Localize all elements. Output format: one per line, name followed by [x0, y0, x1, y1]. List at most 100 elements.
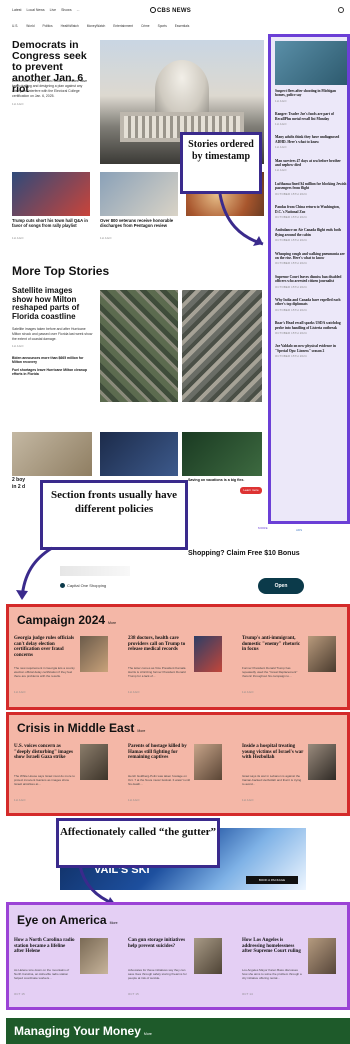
- middle-east-section: Crisis in Middle East More: [6, 712, 350, 816]
- money-title[interactable]: Managing Your Money More: [14, 1024, 152, 1038]
- campaign-title[interactable]: Campaign 2024 More: [17, 613, 116, 627]
- campaign-card-headline[interactable]: Trump's anti-immigrant, domestic "enemy"…: [242, 636, 304, 653]
- section-nav: U.S. World Politics HealthWatch MoneyWat…: [12, 24, 342, 28]
- sidebar-story[interactable]: Why India and Canada have expelled each …: [275, 298, 347, 312]
- more-top-stories-heading[interactable]: More Top Stories: [12, 264, 109, 278]
- trump-rally-image[interactable]: [12, 172, 90, 216]
- more-link[interactable]: ...: [77, 8, 80, 12]
- veterans-headline[interactable]: Over 800 veterans receive honorable disc…: [100, 218, 180, 228]
- crisis-card-image[interactable]: [80, 744, 108, 780]
- eye-card-headline[interactable]: How Los Angeles is addressing homelessne…: [242, 938, 304, 955]
- eye-title[interactable]: Eye on America More: [17, 913, 118, 927]
- trump-town-hall-meta: 1H AGO: [12, 236, 24, 240]
- crisis-card-headline[interactable]: Inside a hospital treating young victims…: [242, 744, 304, 761]
- sidebar-story-meta: 1H AGO: [275, 145, 287, 150]
- hero-summary: Democrats on a bipartisan House committe…: [12, 79, 94, 107]
- story-image-b[interactable]: [100, 432, 178, 476]
- sidebar-story[interactable]: Pandas from China return to Washington, …: [275, 205, 347, 219]
- sidebar-story[interactable]: Lufthansa fined $4 million for blocking …: [275, 182, 347, 196]
- campaign-card-image[interactable]: [80, 636, 108, 672]
- veterans-image[interactable]: [100, 172, 178, 216]
- crisis-card-image[interactable]: [194, 744, 222, 780]
- eye-title-text: Eye on America: [17, 913, 107, 927]
- crisis-card-meta: 1H AGO: [242, 798, 254, 802]
- latest-link[interactable]: Latest: [12, 8, 22, 12]
- campaign-card-summary: The letter comes as Vice President Kamal…: [128, 666, 186, 678]
- nav-politics[interactable]: Politics: [42, 24, 52, 28]
- nav-entertainment[interactable]: Entertainment: [113, 24, 133, 28]
- ad-headline[interactable]: Shopping? Claim Free $10 Bonus: [188, 550, 300, 557]
- satellite-before-image[interactable]: [100, 290, 178, 402]
- sidebar-story[interactable]: Ambulance on Air Canada flight ends both…: [275, 228, 347, 242]
- ad-open-button[interactable]: Open: [258, 578, 304, 594]
- sidebar-story[interactable]: Man survives 47 days at sea before broth…: [275, 159, 347, 173]
- live-link[interactable]: Live: [50, 8, 56, 12]
- local-news-link[interactable]: Local News: [27, 8, 45, 12]
- search-icon[interactable]: [338, 7, 344, 13]
- inline-ad-text: Saving on vacations is a big flex.: [188, 478, 245, 482]
- eye-card-image[interactable]: [80, 938, 108, 974]
- eye-more-link[interactable]: More: [110, 921, 118, 925]
- campaign-card-headline[interactable]: Georgia judge rules officials can't dela…: [14, 636, 76, 658]
- campaign-more-link[interactable]: More: [108, 621, 116, 625]
- campaign-card-headline[interactable]: 238 doctors, health care providers call …: [128, 636, 190, 653]
- fuel-link[interactable]: Fuel shortages leave Hurricane Milton cl…: [12, 368, 94, 376]
- sidebar-story-title: Boar's Head recall sparks USDA watchdog …: [275, 321, 341, 330]
- sidebar-story-meta: 1H AGO: [275, 168, 287, 173]
- inline-ad-button[interactable]: Learn more: [240, 487, 262, 494]
- eye-card-image[interactable]: [194, 938, 222, 974]
- sidebar-story-meta: 1H AGO: [275, 98, 287, 103]
- sidebar-list: Suspect flees after shooting in Michigan…: [275, 89, 347, 368]
- crisis-card-headline[interactable]: Parents of hostage killed by Hamas still…: [128, 744, 190, 761]
- biden-link[interactable]: Biden announces more than $665 million f…: [12, 356, 94, 364]
- shows-link[interactable]: Shows: [61, 8, 72, 12]
- site-logo[interactable]: CBS NEWS: [150, 7, 191, 14]
- sidebar-story-meta: OCTOBER 15TH 2024: [275, 307, 307, 312]
- nav-world[interactable]: World: [26, 24, 34, 28]
- sidebar-story-title: Many adults think they have undiagnosed …: [275, 135, 340, 144]
- sidebar-video-thumbnail[interactable]: [275, 41, 347, 85]
- gutter-ad-button[interactable]: BOOK A PACKAGE: [246, 876, 298, 884]
- story-image-c[interactable]: [182, 432, 262, 476]
- satellite-headline[interactable]: Satellite images show how Milton reshape…: [12, 286, 94, 321]
- trump-town-hall-headline[interactable]: Trump cuts short his town hall Q&A in fa…: [12, 218, 92, 228]
- sidebar-story[interactable]: Ranger: Trader Joe's foods are part of R…: [275, 112, 347, 126]
- story-image-a[interactable]: [12, 432, 92, 476]
- crisis-card-image[interactable]: [308, 744, 336, 780]
- nav-sports[interactable]: Sports: [158, 24, 167, 28]
- sidebar-story[interactable]: Boar's Head recall sparks USDA watchdog …: [275, 321, 347, 335]
- eye-card-headline[interactable]: How a North Carolina radio station becam…: [14, 938, 76, 955]
- sidebar-story[interactable]: Whooping cough and walking pneumonia are…: [275, 252, 347, 266]
- nav-us[interactable]: U.S.: [12, 24, 18, 28]
- ad-image[interactable]: [60, 566, 130, 576]
- crisis-card-headline[interactable]: U.S. voices concern as "deeply disturbin…: [14, 744, 76, 761]
- nav-healthwatch[interactable]: HealthWatch: [61, 24, 79, 28]
- middle-east-more-link[interactable]: More: [137, 729, 145, 733]
- sidebar-story-meta: OCTOBER 15TH 2024: [275, 284, 307, 289]
- eye-card-image[interactable]: [308, 938, 336, 974]
- nav-crime[interactable]: Crime: [141, 24, 150, 28]
- satellite-after-image[interactable]: [182, 290, 262, 402]
- top-bar: Latest Local News Live Shows ... CBS NEW…: [0, 0, 350, 22]
- campaign-card-image[interactable]: [194, 636, 222, 672]
- sidebar-story-title: Lufthansa fined $4 million for blocking …: [275, 181, 347, 191]
- sidebar-story-title: Joe Valdalo on new physical evidence in …: [275, 344, 336, 353]
- money-more-link[interactable]: More: [144, 1032, 152, 1036]
- sidebar-story-meta: OCTOBER 15TH 2024: [275, 331, 307, 335]
- sidebar-story[interactable]: Supreme Court leaves dismiss ban disable…: [275, 275, 347, 289]
- campaign-card-image[interactable]: [308, 636, 336, 672]
- sidebar-story[interactable]: Joe Valdalo on new physical evidence in …: [275, 344, 347, 358]
- eye-card-headline[interactable]: Can gun storage initiatives help prevent…: [128, 938, 190, 949]
- top-left-links: Latest Local News Live Shows ...: [12, 8, 80, 12]
- sidebar-story-meta: 1H AGO: [275, 122, 287, 127]
- hero-meta: 1H AGO: [12, 102, 24, 106]
- middle-east-title[interactable]: Crisis in Middle East More: [17, 721, 145, 735]
- latest-sidebar: Suspect flees after shooting in Michigan…: [268, 34, 350, 524]
- eye-card-summary: Advocates for these initiatives say they…: [128, 968, 187, 980]
- sidebar-story[interactable]: Suspect flees after shooting in Michigan…: [275, 89, 347, 103]
- sidebar-more-link[interactable]: MORE: [258, 526, 268, 530]
- nav-essentials[interactable]: Essentials: [175, 24, 190, 28]
- nav-moneywatch[interactable]: MoneyWatch: [87, 24, 105, 28]
- sidebar-story-title: Supreme Court leaves dismiss ban disable…: [275, 274, 342, 284]
- sidebar-story[interactable]: Many adults think they have undiagnosed …: [275, 135, 347, 149]
